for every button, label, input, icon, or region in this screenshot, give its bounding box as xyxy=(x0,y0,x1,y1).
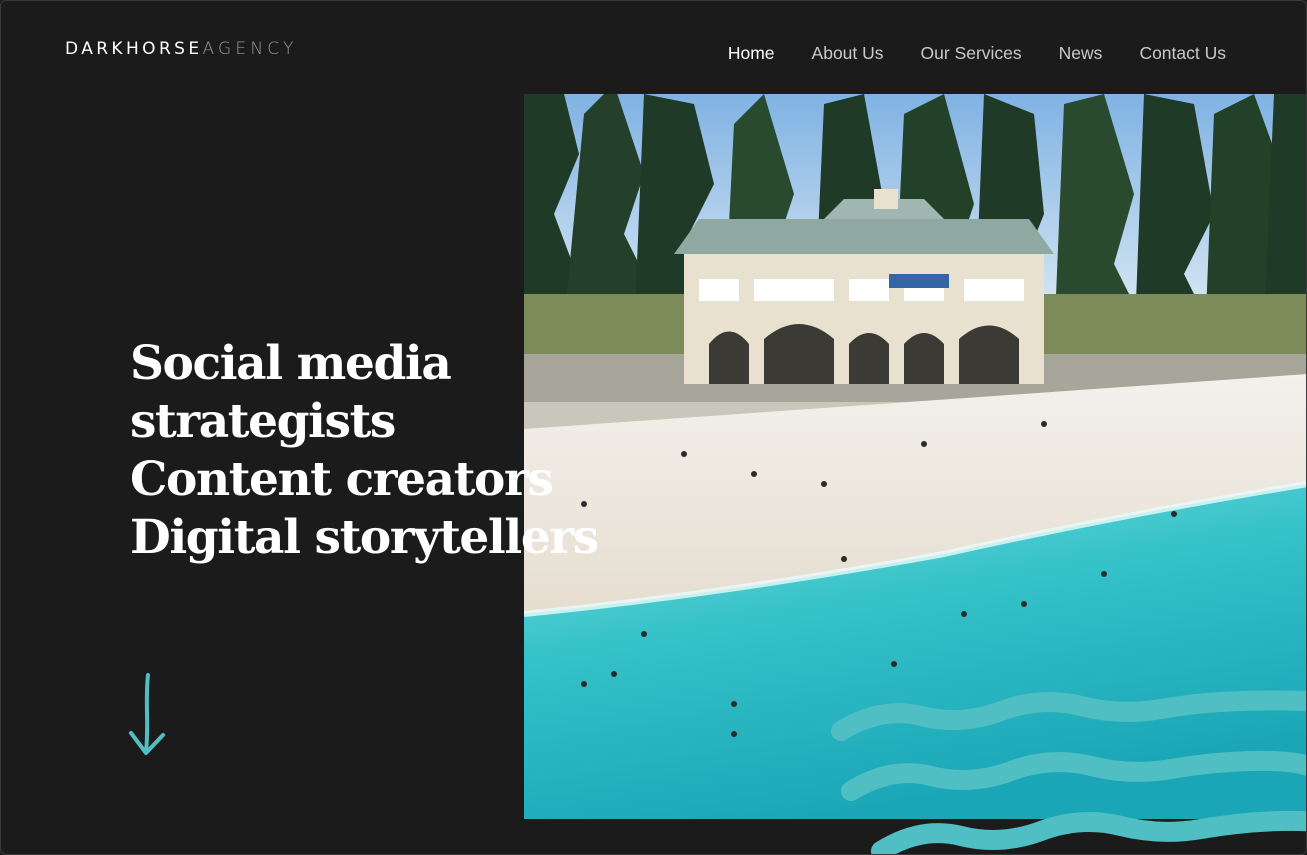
headline-line: Content creators xyxy=(130,452,554,507)
logo-bold-text: DARKHORSE xyxy=(65,39,203,59)
brand-logo[interactable]: DARKHORSEAGENCY xyxy=(65,39,298,59)
hero-headline: Social media strategists Content creator… xyxy=(130,335,599,567)
down-arrow-icon[interactable] xyxy=(127,671,167,759)
headline-line: Digital storytellers xyxy=(130,510,599,565)
nav-item-home[interactable]: Home xyxy=(728,43,775,64)
headline-line: strategists xyxy=(130,394,396,449)
nav-item-about-us[interactable]: About Us xyxy=(812,43,884,64)
nav-item-our-services[interactable]: Our Services xyxy=(921,43,1022,64)
headline-line: Social media xyxy=(130,336,452,391)
wave-decoration xyxy=(831,690,1306,854)
nav-item-contact-us[interactable]: Contact Us xyxy=(1139,43,1226,64)
page-frame: DARKHORSEAGENCY Home About Us Our Servic… xyxy=(0,0,1307,855)
logo-light-text: AGENCY xyxy=(202,39,298,59)
main-nav: Home About Us Our Services News Contact … xyxy=(728,43,1226,64)
nav-item-news[interactable]: News xyxy=(1059,43,1103,64)
